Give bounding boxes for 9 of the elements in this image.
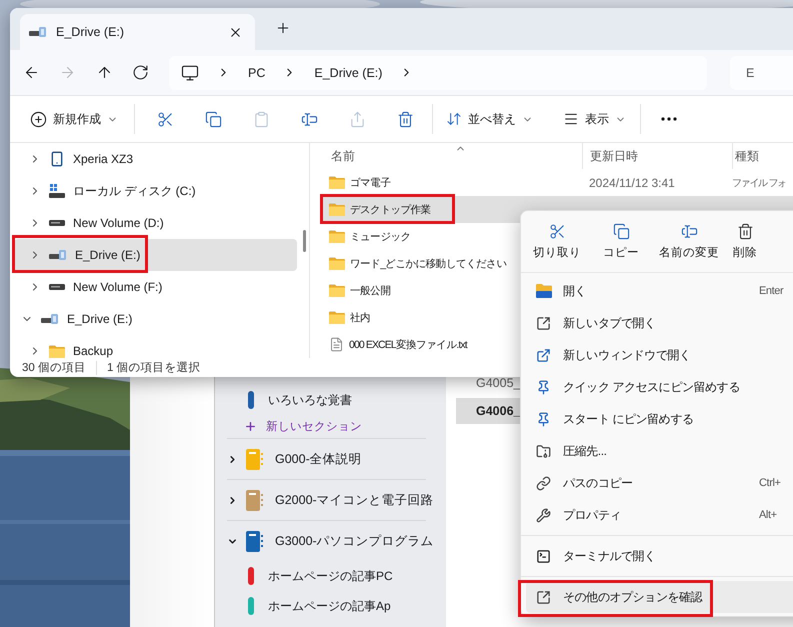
- status-text: 30 個の項目: [22, 361, 86, 375]
- shortcut-text: Alt+: [759, 509, 778, 521]
- file-name: ゴマ電子: [320, 176, 582, 190]
- status-text: 1 個の項目を選択: [107, 360, 201, 375]
- shortcut-text: Ctrl+: [759, 477, 782, 489]
- file-type: ファイル フォ: [732, 176, 787, 190]
- tab-title: E_Drive (E:): [56, 25, 126, 39]
- file-date: 2024/11/12 3:41: [588, 176, 676, 190]
- shortcut-text: Enter: [759, 285, 784, 297]
